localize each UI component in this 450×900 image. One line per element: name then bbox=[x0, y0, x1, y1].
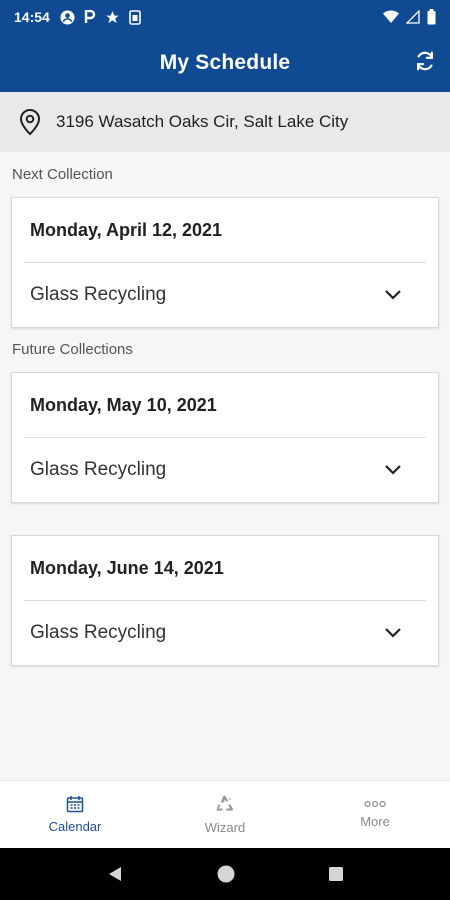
collection-item-label: Glass Recycling bbox=[30, 284, 167, 305]
system-navigation-bar bbox=[0, 848, 450, 900]
collection-item-label: Glass Recycling bbox=[30, 459, 167, 480]
bottom-navigation: Calendar Wizard More bbox=[0, 780, 450, 848]
collection-item[interactable]: Glass Recycling bbox=[12, 438, 438, 502]
collection-item[interactable]: Glass Recycling bbox=[12, 601, 438, 665]
calendar-icon bbox=[66, 796, 84, 813]
collection-date: Monday, June 14, 2021 bbox=[30, 557, 224, 578]
sim-icon bbox=[129, 9, 141, 25]
app-bar: My Schedule bbox=[0, 34, 450, 92]
next-collection-card: Monday, April 12, 2021 Glass Recycling bbox=[11, 197, 439, 328]
status-bar: 14:54 bbox=[0, 0, 450, 34]
status-time: 14:54 bbox=[14, 9, 50, 25]
address-text: 3196 Wasatch Oaks Cir, Salt Lake City bbox=[56, 112, 349, 131]
back-icon[interactable] bbox=[106, 865, 124, 883]
tab-label: More bbox=[360, 814, 390, 829]
address-bar[interactable]: 3196 Wasatch Oaks Cir, Salt Lake City bbox=[0, 92, 450, 152]
account-circle-icon bbox=[60, 9, 75, 25]
chevron-down-icon[interactable] bbox=[384, 461, 402, 479]
collection-item-label: Glass Recycling bbox=[30, 622, 167, 643]
page-title: My Schedule bbox=[159, 51, 291, 74]
battery-icon bbox=[427, 9, 436, 25]
recycle-icon bbox=[216, 795, 234, 811]
tab-wizard[interactable]: Wizard bbox=[150, 781, 300, 848]
recent-apps-icon[interactable] bbox=[328, 866, 344, 882]
collection-date: Monday, May 10, 2021 bbox=[30, 394, 217, 415]
next-collection-label: Next Collection bbox=[12, 166, 113, 183]
more-dots-icon bbox=[364, 800, 386, 808]
wifi-icon bbox=[383, 10, 399, 23]
parking-icon bbox=[84, 10, 95, 23]
tab-label: Calendar bbox=[48, 819, 102, 834]
chevron-down-icon[interactable] bbox=[384, 624, 402, 642]
home-icon[interactable] bbox=[216, 864, 236, 884]
chevron-down-icon[interactable] bbox=[384, 286, 402, 304]
refresh-button[interactable] bbox=[412, 48, 438, 74]
refresh-icon bbox=[417, 51, 433, 71]
collection-date: Monday, April 12, 2021 bbox=[30, 219, 223, 240]
star-icon bbox=[106, 10, 119, 23]
future-collection-card: Monday, June 14, 2021 Glass Recycling bbox=[11, 535, 439, 666]
tab-calendar[interactable]: Calendar bbox=[0, 781, 150, 848]
future-collections-label: Future Collections bbox=[12, 341, 133, 358]
signal-icon bbox=[406, 10, 420, 24]
tab-more[interactable]: More bbox=[300, 781, 450, 848]
future-collection-card: Monday, May 10, 2021 Glass Recycling bbox=[11, 372, 439, 503]
collection-item[interactable]: Glass Recycling bbox=[12, 263, 438, 327]
tab-label: Wizard bbox=[204, 820, 246, 835]
location-pin-icon bbox=[18, 107, 44, 137]
